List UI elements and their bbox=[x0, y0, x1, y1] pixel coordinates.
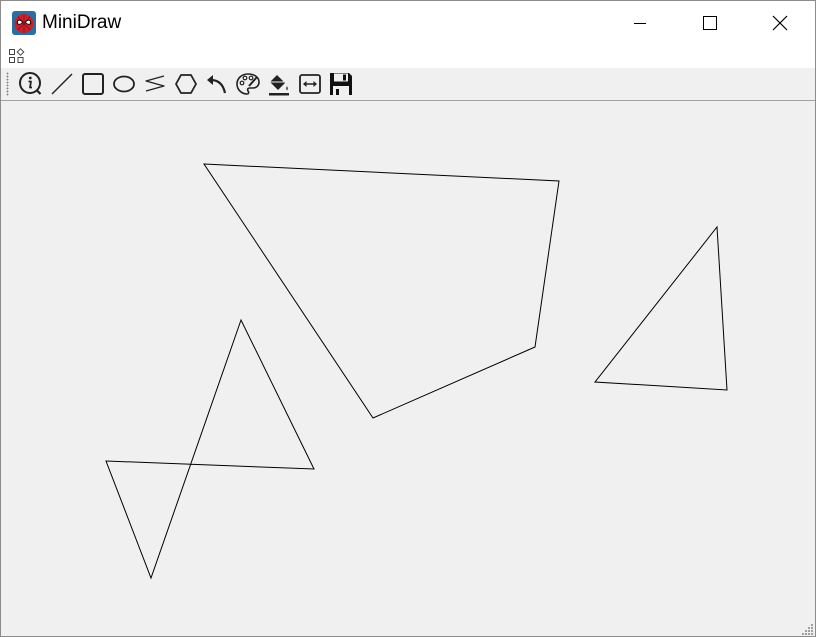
hexagon-icon bbox=[175, 74, 197, 94]
save-icon bbox=[330, 73, 352, 95]
undo-button[interactable] bbox=[203, 70, 231, 98]
paint-bucket-icon bbox=[269, 75, 289, 96]
maximize-icon bbox=[703, 16, 717, 30]
shapes-icon[interactable] bbox=[8, 47, 26, 65]
toolbar bbox=[1, 68, 815, 101]
width-button[interactable] bbox=[296, 70, 324, 98]
drawing-canvas[interactable] bbox=[1, 101, 815, 636]
maximize-button[interactable] bbox=[675, 1, 745, 45]
minimize-icon bbox=[634, 23, 646, 24]
line-tool-button[interactable] bbox=[48, 70, 76, 98]
freehand-icon bbox=[145, 75, 165, 92]
toolbar-grip[interactable] bbox=[6, 72, 9, 96]
close-button[interactable] bbox=[745, 1, 815, 45]
title-bar[interactable]: MiniDraw bbox=[1, 1, 815, 45]
info-icon bbox=[19, 72, 42, 95]
about-button[interactable] bbox=[17, 70, 45, 98]
save-button[interactable] bbox=[327, 70, 355, 98]
close-icon bbox=[772, 15, 788, 31]
undo-icon bbox=[207, 75, 227, 94]
rectangle-tool-button[interactable] bbox=[79, 70, 107, 98]
canvas-polygon-1[interactable] bbox=[203, 163, 560, 419]
window-title: MiniDraw bbox=[42, 12, 122, 33]
line-icon bbox=[51, 73, 73, 95]
palette-icon bbox=[236, 73, 260, 95]
rectangle-icon bbox=[82, 73, 104, 95]
canvas-polygon-2[interactable] bbox=[594, 225, 728, 391]
minimize-button[interactable] bbox=[605, 1, 675, 45]
minidraw-window: MiniDraw bbox=[0, 0, 816, 637]
freehand-tool-button[interactable] bbox=[141, 70, 169, 98]
spiderman-app-icon bbox=[12, 11, 36, 35]
shape-layer bbox=[105, 163, 728, 580]
color-button[interactable] bbox=[234, 70, 262, 98]
width-icon bbox=[299, 74, 321, 94]
resize-grip-icon[interactable] bbox=[802, 623, 814, 635]
menu-bar bbox=[1, 45, 815, 68]
ellipse-tool-button[interactable] bbox=[110, 70, 138, 98]
fill-button[interactable] bbox=[265, 70, 293, 98]
polygon-tool-button[interactable] bbox=[172, 70, 200, 98]
canvas-polygon-3[interactable] bbox=[105, 318, 315, 580]
ellipse-icon bbox=[113, 75, 135, 93]
